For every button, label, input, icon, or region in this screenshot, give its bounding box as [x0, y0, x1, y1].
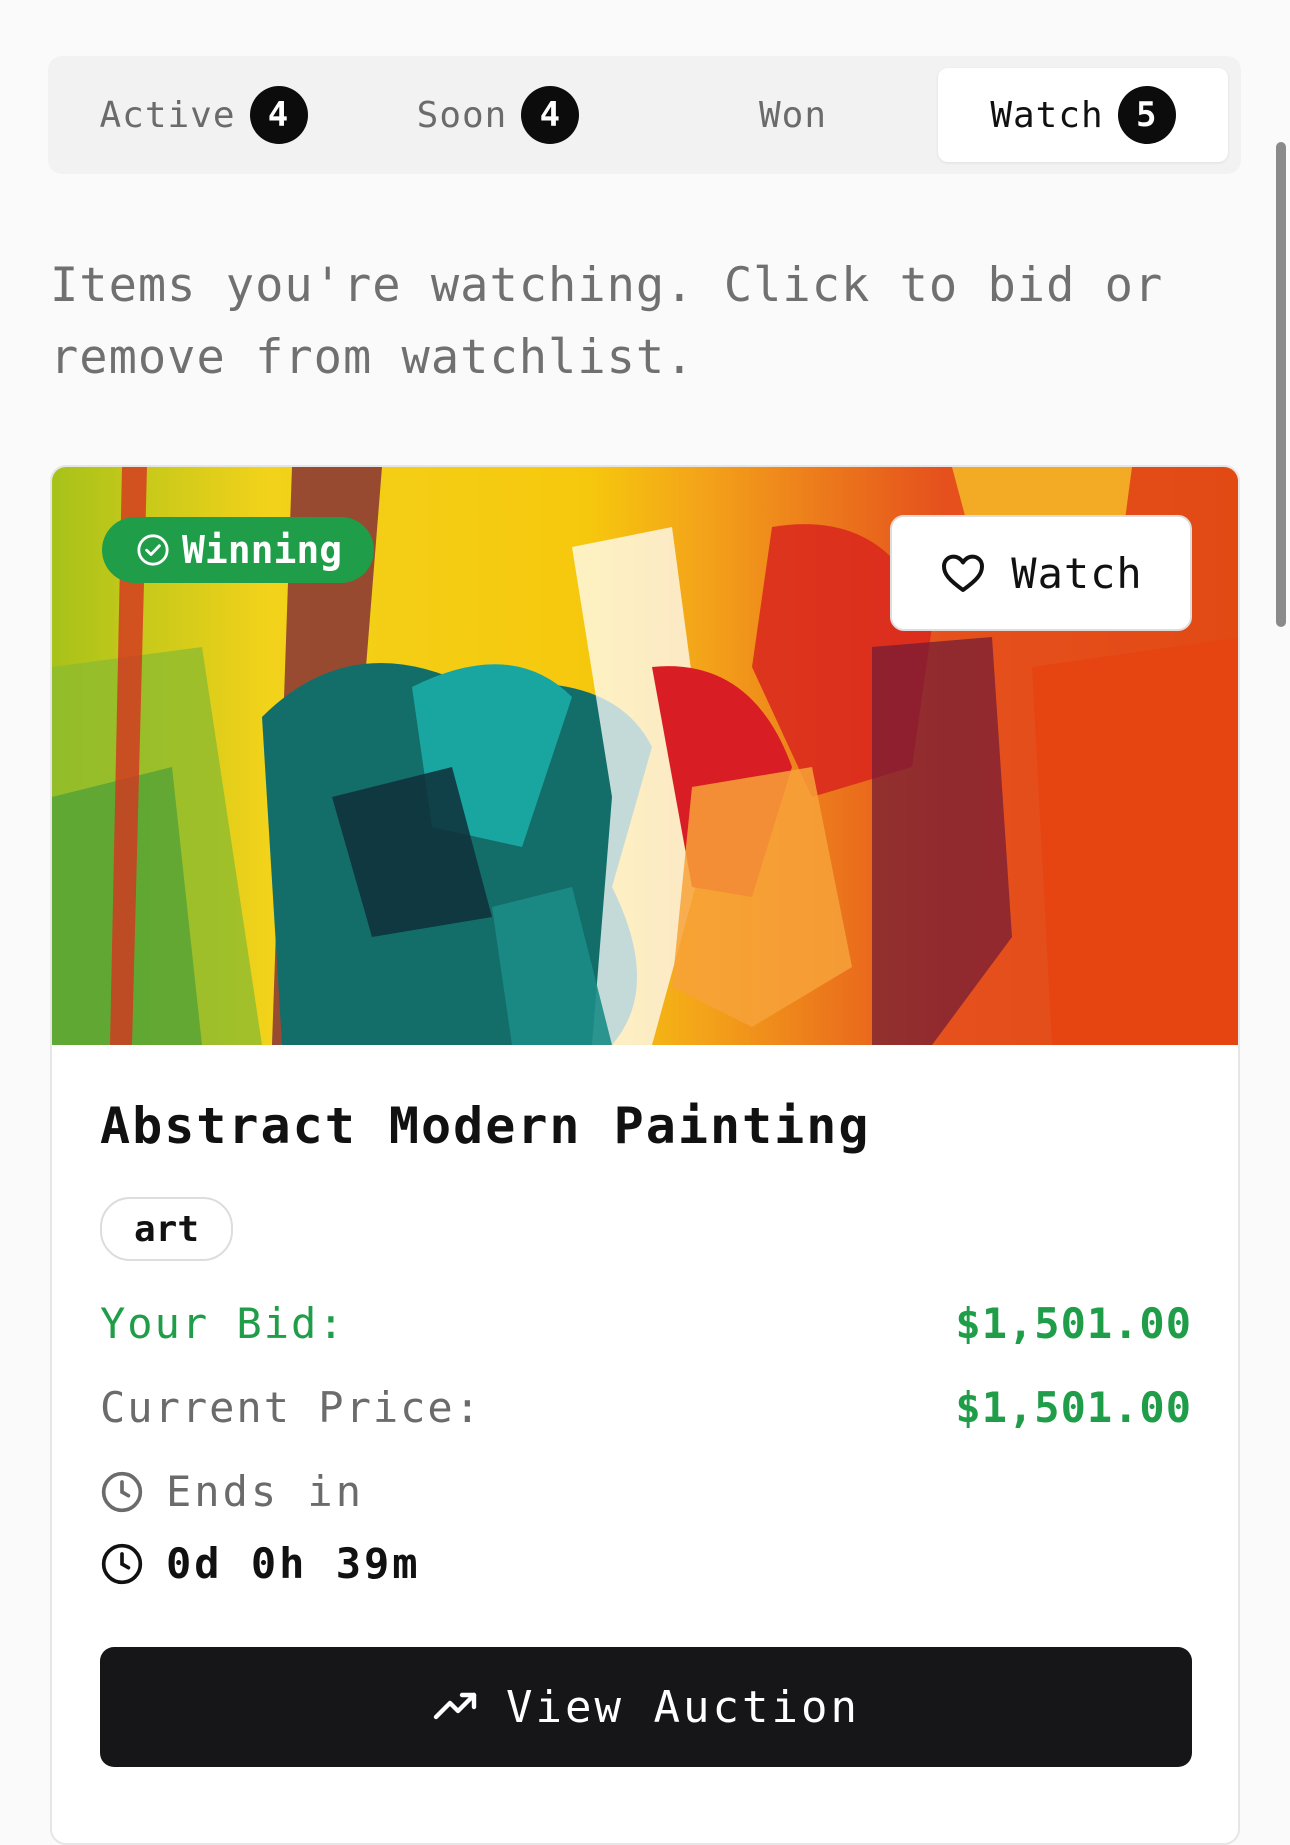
current-price-label: Current Price:: [100, 1383, 483, 1432]
trending-up-icon: [433, 1692, 477, 1720]
tab-bar: Active 4 Soon 4 Won Watch 5: [48, 56, 1241, 174]
tab-active[interactable]: Active 4: [66, 68, 341, 162]
view-auction-button[interactable]: View Auction: [100, 1647, 1192, 1767]
your-bid-label: Your Bid:: [100, 1299, 346, 1348]
countdown-row: 0d 0h 39m: [100, 1539, 421, 1588]
tab-soon-count-badge: 4: [521, 86, 580, 144]
tab-watch-count-badge: 5: [1117, 86, 1176, 144]
item-title: Abstract Modern Painting: [100, 1097, 871, 1155]
your-bid-row: Your Bid: $1,501.00: [100, 1299, 1192, 1348]
auction-card: Winning Watch Abstract Modern Painting a…: [50, 465, 1240, 1845]
watch-button-label: Watch: [1011, 548, 1143, 598]
current-price-value: $1,501.00: [955, 1383, 1192, 1432]
tab-active-label: Active: [99, 94, 236, 136]
ends-in-label: Ends in: [166, 1467, 365, 1516]
clock-icon: [101, 1471, 143, 1512]
check-circle-icon: [137, 534, 169, 566]
tab-won-label: Won: [758, 94, 828, 136]
tab-watch-label: Watch: [990, 94, 1104, 136]
watch-button[interactable]: Watch: [890, 515, 1192, 631]
view-auction-label: View Auction: [506, 1681, 860, 1733]
tab-soon-label: Soon: [416, 94, 508, 136]
category-tag: art: [100, 1197, 234, 1261]
winning-status-badge: Winning: [102, 517, 375, 583]
tab-active-count-badge: 4: [249, 86, 308, 144]
countdown-value: 0d 0h 39m: [166, 1539, 421, 1588]
watchlist-description: Items you're watching. Click to bid or r…: [50, 258, 1164, 385]
tab-watch[interactable]: Watch 5: [938, 68, 1228, 162]
ends-in-row: Ends in: [100, 1467, 364, 1516]
current-price-row: Current Price: $1,501.00: [100, 1383, 1192, 1432]
your-bid-value: $1,501.00: [955, 1299, 1192, 1348]
tab-won[interactable]: Won: [648, 68, 938, 162]
scrollbar[interactable]: [1276, 142, 1286, 627]
winning-status-label: Winning: [182, 528, 343, 572]
clock-icon: [101, 1543, 143, 1584]
heart-icon: [942, 554, 985, 592]
tab-soon[interactable]: Soon 4: [358, 68, 638, 162]
